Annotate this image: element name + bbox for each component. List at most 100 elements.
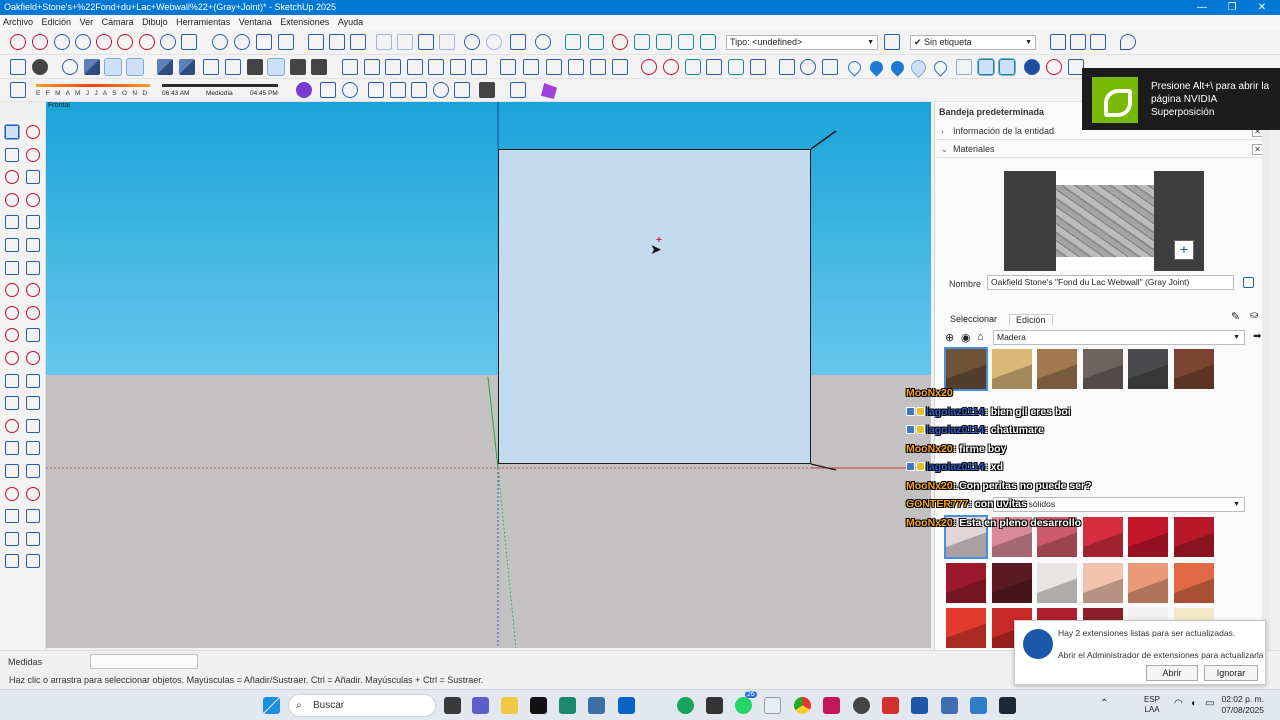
erase-icon[interactable] — [439, 34, 455, 50]
tag-tool-icon[interactable] — [1050, 34, 1066, 50]
whatsapp-icon[interactable]: 26 — [735, 691, 757, 714]
hidden-line-icon[interactable] — [225, 59, 241, 75]
menu-archivo[interactable]: Archivo — [0, 17, 36, 27]
flip-edge-icon[interactable] — [700, 34, 716, 50]
circle-icon[interactable] — [342, 82, 358, 98]
epic-icon[interactable] — [706, 697, 723, 714]
section-tool-icon[interactable] — [5, 531, 19, 546]
look-tool-icon[interactable] — [26, 509, 40, 524]
house-back-icon[interactable] — [385, 59, 401, 75]
drop-grey-icon[interactable] — [931, 58, 950, 77]
section-group-icon[interactable] — [590, 59, 606, 75]
arch-icon[interactable] — [390, 82, 406, 98]
measurements-field[interactable] — [90, 654, 198, 669]
wood-swatch-1[interactable] — [991, 349, 1032, 389]
nvidia-popup[interactable]: Presione Alt+\ para abrir la página NVID… — [1082, 68, 1280, 130]
purple-shape-icon[interactable] — [541, 83, 557, 99]
outlook-icon[interactable] — [618, 697, 635, 714]
section-display-icon[interactable] — [568, 59, 584, 75]
hook-icon[interactable] — [977, 58, 995, 76]
dots-icon[interactable] — [956, 59, 972, 75]
previous-tool-icon[interactable] — [26, 486, 40, 501]
look-around-icon[interactable] — [160, 34, 176, 50]
sketchup-taskbar-icon[interactable] — [911, 697, 928, 714]
time-slider[interactable] — [162, 84, 278, 87]
tool-red-icon[interactable] — [32, 34, 48, 50]
back-edges-icon[interactable] — [311, 59, 327, 75]
eraser2-icon[interactable] — [26, 170, 40, 185]
duplicate-icon[interactable] — [1243, 277, 1254, 288]
arc-icon[interactable] — [5, 260, 19, 275]
arrow-tag-icon[interactable] — [1090, 34, 1106, 50]
tiktok-icon[interactable] — [530, 697, 547, 714]
taskbar-search[interactable]: ⌕ Buscar — [288, 694, 436, 717]
solid-swatch-5[interactable] — [1173, 517, 1214, 557]
material-name-field[interactable]: Oakfield Stone's "Fond du Lac Webwall" (… — [987, 275, 1234, 290]
type-combo[interactable]: Tipo: <undefined> ▼ — [726, 35, 878, 50]
explode-icon[interactable] — [278, 34, 294, 50]
calculator-icon[interactable] — [941, 697, 958, 714]
wood-swatch-4[interactable] — [1128, 349, 1168, 389]
rotated-rect-icon[interactable] — [26, 215, 40, 230]
paste-icon[interactable] — [418, 34, 434, 50]
app-icon[interactable] — [559, 697, 576, 714]
eyedropper-icon[interactable]: ✎ — [1231, 310, 1247, 326]
app-a-icon[interactable] — [823, 697, 840, 714]
3d-text-icon[interactable] — [26, 418, 40, 433]
section-fill-icon[interactable] — [523, 59, 539, 75]
flip-icon[interactable] — [5, 351, 19, 365]
solid-swatch-11[interactable] — [1173, 562, 1214, 603]
box-icon[interactable] — [320, 82, 336, 98]
view-style-icon[interactable] — [104, 58, 122, 76]
camera-app-icon[interactable] — [853, 697, 870, 714]
axes-icon[interactable] — [62, 59, 78, 75]
tape-icon[interactable] — [685, 59, 701, 75]
menu-herramientas[interactable]: Herramientas — [173, 17, 233, 27]
menu-ventana[interactable]: Ventana — [236, 17, 275, 27]
dimension-tool-icon[interactable] — [5, 396, 19, 411]
menu-edicion[interactable]: Edición — [39, 17, 75, 27]
info-icon[interactable] — [535, 34, 551, 50]
folder-icon[interactable] — [779, 59, 795, 75]
lasso-icon[interactable] — [26, 125, 40, 139]
axes-tool-icon[interactable] — [728, 59, 744, 75]
follow-me-icon[interactable] — [26, 305, 40, 320]
paint-bucket-icon[interactable] — [5, 147, 19, 162]
task-view-icon[interactable] — [444, 697, 461, 714]
textured-style-icon[interactable] — [267, 58, 285, 76]
text-a-icon[interactable] — [750, 59, 766, 75]
add-detail-icon[interactable] — [678, 34, 694, 50]
notepad-icon[interactable] — [764, 697, 781, 714]
plus-icon[interactable] — [1024, 59, 1040, 75]
section-plane-icon[interactable] — [500, 59, 516, 75]
top-view-icon[interactable] — [179, 59, 195, 75]
drop-half-icon[interactable] — [867, 58, 886, 77]
camera-icon[interactable] — [368, 82, 384, 98]
new-file-icon[interactable] — [308, 34, 324, 50]
wood-swatch-0[interactable] — [944, 347, 988, 391]
open-folder-icon[interactable] — [329, 34, 345, 50]
open-button[interactable]: Abrir — [1146, 665, 1198, 681]
wood-swatch-2[interactable] — [1037, 349, 1077, 389]
drop-outline-icon[interactable] — [845, 58, 864, 77]
volume-icon[interactable]: ◖ — [1190, 698, 1196, 709]
drop-active-icon[interactable] — [907, 56, 930, 79]
chrome-icon[interactable] — [794, 697, 811, 714]
file-explorer-icon[interactable] — [501, 697, 518, 714]
library-combo-1[interactable]: Madera ▼ — [993, 330, 1245, 345]
target-icon[interactable] — [641, 59, 657, 75]
redo-icon[interactable] — [486, 34, 502, 50]
orbit-gear-icon[interactable] — [454, 82, 470, 98]
solid-swatch-12[interactable] — [946, 608, 986, 648]
freehand-icon[interactable] — [26, 192, 40, 207]
wall-face[interactable] — [498, 149, 811, 464]
offset-icon[interactable] — [26, 283, 40, 298]
list-icon[interactable] — [1070, 34, 1086, 50]
polygon-icon[interactable] — [26, 238, 40, 252]
rotate-icon[interactable] — [5, 328, 19, 343]
solid-swatch-10[interactable] — [1128, 562, 1168, 603]
zoom-icon[interactable] — [54, 34, 70, 50]
scale-tool-icon[interactable] — [26, 328, 40, 343]
materials-section[interactable]: ⌄ Materiales ✕ — [937, 141, 1265, 158]
text-box-icon[interactable] — [822, 59, 838, 75]
